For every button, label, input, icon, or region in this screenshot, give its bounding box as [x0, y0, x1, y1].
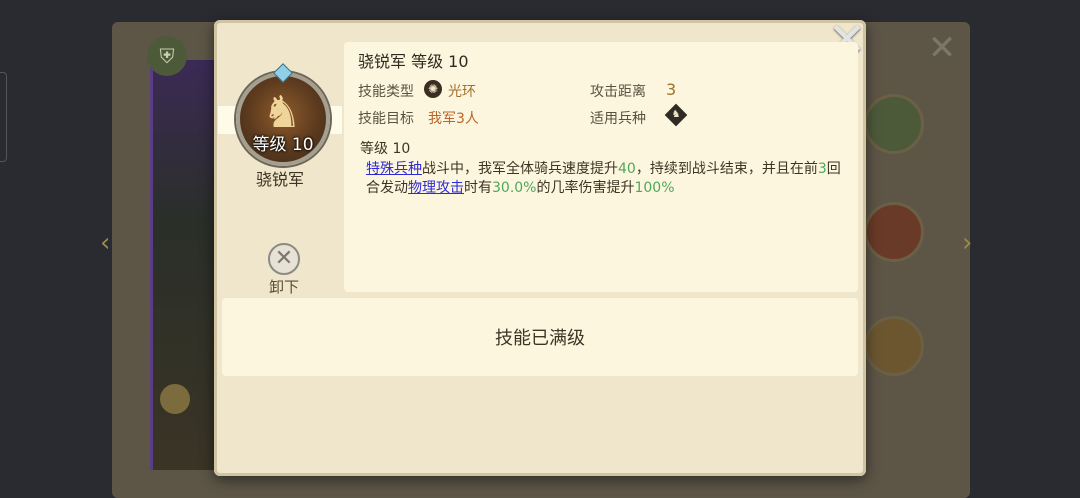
unequip-button-label[interactable]: 卸下: [260, 276, 308, 297]
physical-attack-link[interactable]: 物理攻击: [408, 180, 464, 196]
desc-number: 100%: [634, 180, 675, 196]
side-tab: [0, 72, 7, 162]
desc-text: 战斗中，我军全体骑兵速度提升: [422, 161, 618, 177]
special-troop-link[interactable]: 特殊兵种: [366, 161, 422, 177]
background-shield-icon: ⛨: [147, 36, 187, 76]
desc-number: 30.0%: [492, 180, 537, 196]
skill-name-label: 骁锐军: [255, 170, 304, 189]
background-skill-medal: [864, 94, 924, 154]
desc-number: 40: [618, 161, 636, 177]
max-level-status: 技能已满级: [222, 298, 858, 376]
aura-icon: ✺: [424, 80, 442, 98]
background-skill-medal: [864, 202, 924, 262]
troop-type-label: 适用兵种: [590, 111, 646, 127]
desc-text: ，持续到战斗结束，并且在前: [635, 161, 818, 177]
skill-target-label: 技能目标: [358, 111, 414, 127]
unequip-icon[interactable]: ✕: [268, 243, 300, 275]
desc-text: 的几率伤害提升: [536, 180, 635, 196]
cavalry-icon: ♞: [664, 103, 688, 127]
skill-title: 骁锐军 等级 10: [358, 52, 469, 71]
skill-target-value: 我军3人: [428, 111, 479, 127]
skill-type-label: 技能类型: [358, 84, 414, 100]
background-skill-medal: [864, 316, 924, 376]
skill-description: 特殊兵种战斗中，我军全体骑兵速度提升40，持续到战斗结束，并且在前3回合发动物理…: [366, 160, 846, 198]
background-coin-icon: [160, 384, 190, 414]
attack-range-label: 攻击距离: [590, 84, 646, 100]
desc-number: 3: [817, 161, 827, 177]
level-line: 等级 10: [360, 141, 411, 157]
background-next-arrow-icon: ›: [962, 228, 973, 258]
background-close-icon: ✕: [927, 28, 957, 68]
desc-text: 时有: [464, 180, 492, 196]
skill-level-badge: 等级 10: [252, 135, 314, 155]
background-prev-arrow-icon: ‹: [100, 228, 111, 258]
skill-type-value: 光环: [448, 84, 476, 100]
attack-range-value: 3: [666, 80, 677, 99]
